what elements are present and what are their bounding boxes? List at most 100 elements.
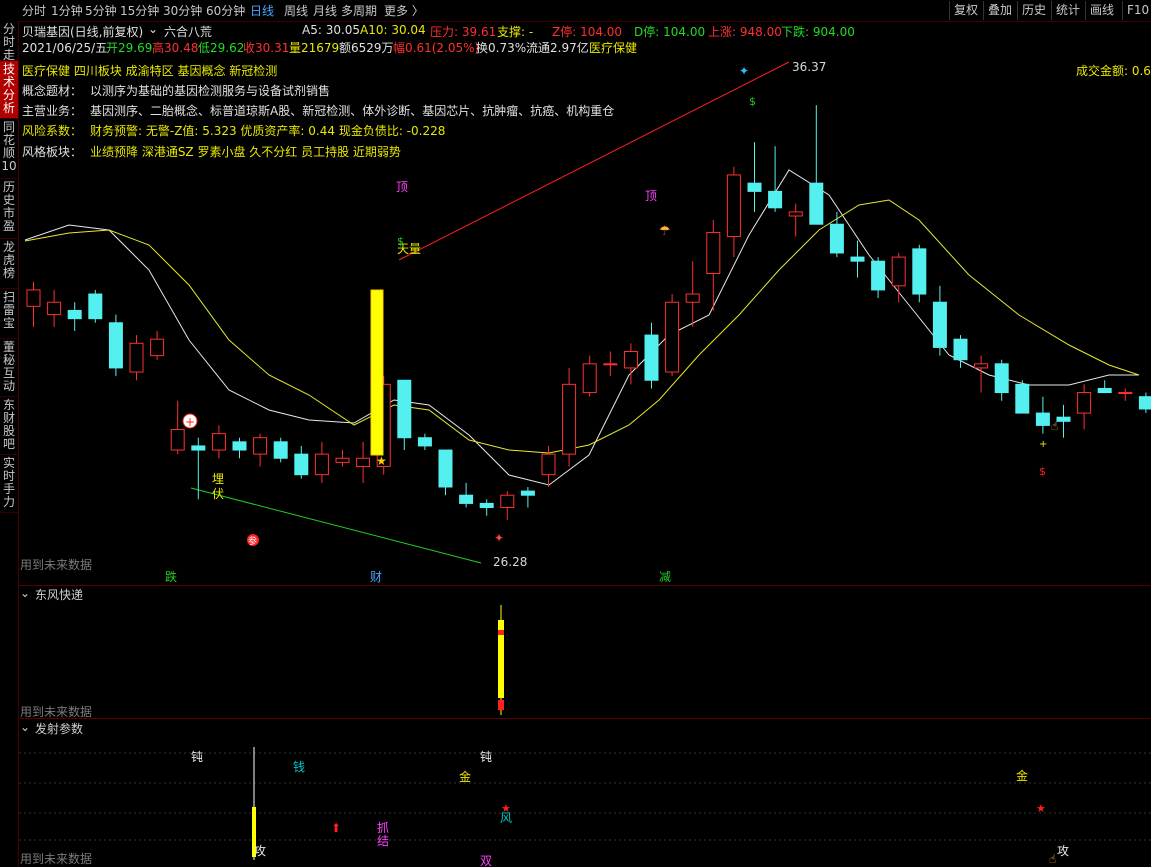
restore-right-button[interactable]: 复权 — [949, 1, 982, 20]
period-tab-monthly[interactable]: 月线 — [313, 2, 337, 19]
candle-body[interactable] — [67, 309, 82, 320]
period-tab-30min[interactable]: 30分钟 — [163, 2, 202, 19]
candle-body[interactable] — [356, 457, 371, 467]
candle-body[interactable] — [1056, 416, 1071, 422]
indicator-dropdown-icon[interactable]: ⌄ — [148, 22, 158, 36]
label-jie: 结 — [377, 834, 389, 848]
period-tab-15min[interactable]: 15分钟 — [120, 2, 159, 19]
sidebar-tab-ths10[interactable]: 同花顺10 — [0, 119, 18, 179]
candle-body[interactable] — [582, 363, 597, 394]
candle-body[interactable] — [706, 231, 721, 274]
quote-date: 2021/06/25/五 — [22, 41, 108, 55]
candle-body[interactable] — [129, 342, 144, 373]
main-kline-chart[interactable]: 36.37 26.28 顶 天量 顶 埋 伏 参 跌 财 减 + ★ $ $ $… — [19, 55, 1151, 585]
candle-body[interactable] — [170, 429, 185, 451]
candle-body[interactable] — [191, 445, 206, 451]
candle-body[interactable] — [459, 494, 474, 504]
candle-body[interactable] — [541, 453, 556, 476]
period-tab-60min[interactable]: 60分钟 — [206, 2, 245, 19]
candle-body[interactable] — [644, 334, 659, 381]
signal-join: 参 — [248, 535, 257, 547]
sidebar-tab-timeshare[interactable]: 分时走势 — [0, 21, 18, 75]
label-shuang: 双 — [480, 854, 492, 867]
candle-body[interactable] — [809, 182, 824, 225]
period-tab-daily[interactable]: 日线 — [250, 2, 274, 19]
sidebar-tab-technical[interactable]: 技术分析 — [0, 61, 18, 119]
candle-body[interactable] — [994, 363, 1009, 394]
period-tab-multi[interactable]: 多周期 — [341, 2, 377, 19]
signal-top-1: 顶 — [396, 180, 408, 194]
candle-body[interactable] — [47, 301, 62, 316]
panel3-collapse-icon[interactable]: ⌄ — [20, 720, 30, 734]
candle-body[interactable] — [912, 248, 927, 295]
period-tab-5min[interactable]: 5分钟 — [85, 2, 117, 19]
candle-body[interactable] — [603, 363, 618, 366]
panel2-collapse-icon[interactable]: ⌄ — [20, 586, 30, 600]
candle-body[interactable] — [253, 437, 268, 455]
candle-body[interactable] — [314, 453, 329, 476]
period-tab-timeshare[interactable]: 分时 — [22, 2, 46, 19]
period-tab-weekly[interactable]: 周线 — [284, 2, 308, 19]
candle-body[interactable] — [665, 301, 680, 373]
candle-body[interactable] — [953, 338, 968, 361]
candle-body[interactable] — [211, 433, 226, 451]
candle-body[interactable] — [1138, 396, 1151, 410]
candle-body[interactable] — [685, 293, 700, 303]
candle-body[interactable] — [273, 441, 288, 459]
sidebar-tab-pe-history[interactable]: 历史市盈 — [0, 179, 18, 239]
candle-body[interactable] — [562, 383, 577, 455]
sidebar-tab-dragon-tiger[interactable]: 龙虎榜 — [0, 239, 18, 289]
indicator-name[interactable]: 六合八荒 — [164, 23, 212, 40]
candle-body[interactable] — [891, 256, 906, 287]
candle-body[interactable] — [768, 190, 783, 209]
candle-body[interactable] — [479, 502, 494, 509]
panel3-chart: 钝 钱 钝 金 金 抓 结 风 攻 双 攻 ⬆ ★ ★ ☝ — [19, 747, 1151, 867]
signal-money: 财 — [370, 570, 382, 584]
period-tab-more[interactable]: 更多 〉 — [384, 2, 424, 19]
candle-body[interactable] — [335, 457, 350, 463]
dting-value: D停: 104.00 — [634, 25, 706, 39]
candle-body[interactable] — [500, 494, 515, 509]
candle-body[interactable] — [150, 338, 165, 357]
candle-body[interactable] — [871, 260, 886, 291]
candle-body[interactable] — [747, 182, 762, 192]
signal-fall: 跌 — [165, 569, 177, 584]
draw-line-button[interactable]: 画线 — [1085, 1, 1118, 20]
candle-body[interactable] — [397, 379, 412, 439]
label-dun-1: 钝 — [191, 750, 203, 764]
candle-body[interactable] — [1035, 412, 1050, 426]
candle-body[interactable] — [932, 301, 947, 348]
candle-body[interactable] — [726, 174, 741, 238]
candle-body[interactable] — [788, 211, 803, 217]
candle-body[interactable] — [1077, 392, 1092, 414]
candle-body[interactable] — [623, 351, 638, 369]
candle-body[interactable] — [1097, 387, 1112, 394]
f10-button[interactable]: F10 — [1122, 1, 1151, 20]
statistics-button[interactable]: 统计 — [1051, 1, 1084, 20]
sidebar-tab-secretary[interactable]: 董秘互动 — [0, 339, 18, 397]
candle-body[interactable] — [26, 289, 41, 307]
rocket-band-1 — [498, 630, 504, 635]
candle-body[interactable] — [1015, 383, 1030, 414]
sidebar-tab-minesweeper[interactable]: 扫雷宝 — [0, 289, 18, 339]
candle-body[interactable] — [108, 322, 123, 369]
panel-divider — [19, 585, 1151, 586]
candle-body[interactable] — [1118, 392, 1133, 395]
label-dun-2: 钝 — [480, 750, 492, 764]
candle-body[interactable] — [294, 453, 309, 476]
sidebar-tab-realtime[interactable]: 实时手力 — [0, 455, 18, 513]
candle-body[interactable] — [232, 441, 247, 451]
up-value: 上涨: 948.00 — [708, 25, 782, 39]
period-tab-1min[interactable]: 1分钟 — [51, 2, 83, 19]
overlay-button[interactable]: 叠加 — [983, 1, 1016, 20]
candle-body[interactable] — [974, 363, 989, 369]
sidebar-tab-eastmoney[interactable]: 东财股吧 — [0, 397, 18, 455]
history-button[interactable]: 历史 — [1017, 1, 1050, 20]
candle-body[interactable] — [438, 449, 453, 488]
candle-body[interactable] — [829, 223, 844, 254]
candle-body[interactable] — [850, 256, 865, 262]
candle-body[interactable] — [417, 437, 432, 447]
candle-body[interactable] — [88, 293, 103, 320]
rocket-band-2 — [498, 700, 504, 710]
candle-body[interactable] — [520, 490, 535, 496]
